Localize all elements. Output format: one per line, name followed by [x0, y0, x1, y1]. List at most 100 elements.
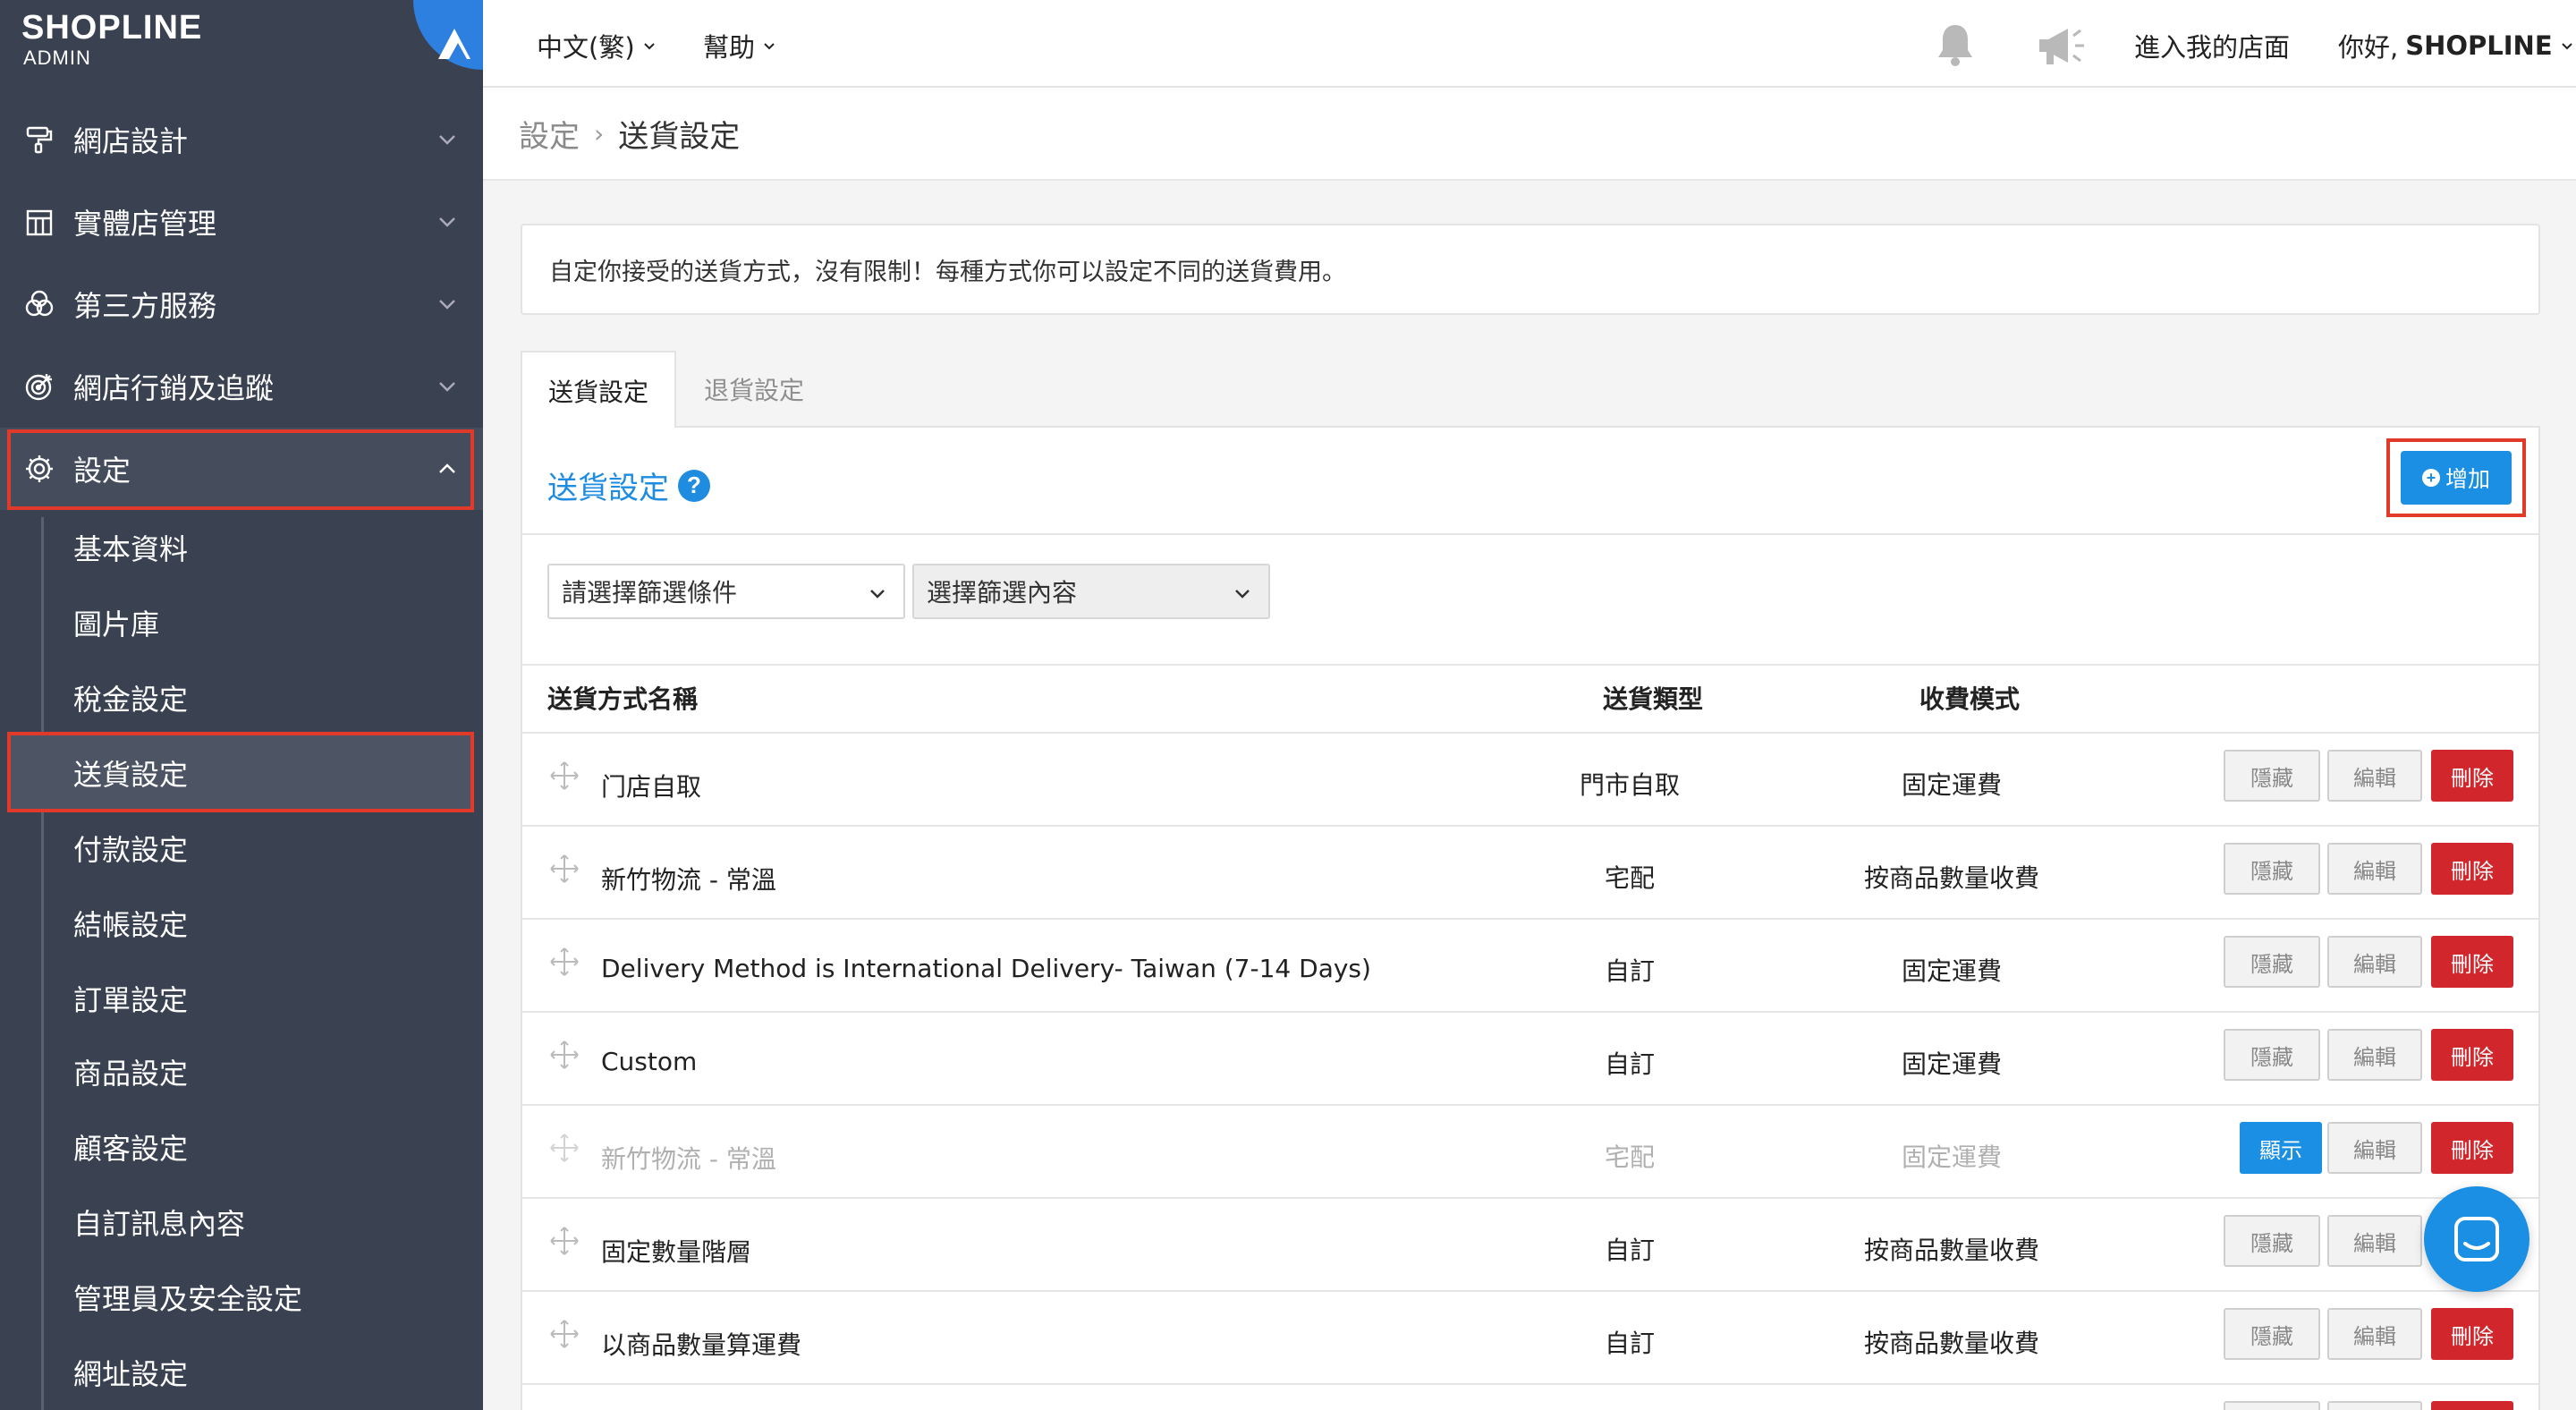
drag-handle-icon[interactable]: [549, 947, 580, 977]
row-name: 固定數量階層: [601, 1237, 752, 1267]
drag-handle-icon[interactable]: [549, 1040, 580, 1070]
chat-icon: [2454, 1217, 2499, 1261]
table-row: 新竹物流 - 常溫 宅配 按商品數量收費 隱藏 編輯 刪除: [522, 825, 2538, 918]
submenu-item-delivery[interactable]: 送貨設定: [73, 746, 188, 800]
row-name: 新竹物流 - 常溫: [601, 865, 776, 895]
delete-button[interactable]: 刪除: [2431, 1029, 2513, 1081]
hide-button[interactable]: 隱藏: [2224, 1029, 2320, 1081]
account-dropdown[interactable]: 你好, SHOPLINE: [2338, 27, 2574, 64]
tab-delivery-settings[interactable]: 送貨設定: [521, 351, 676, 429]
row-fee: 固定運費: [1901, 1049, 2002, 1079]
submenu-item-basic-info[interactable]: 基本資料: [73, 521, 188, 574]
megaphone-icon[interactable]: [2036, 25, 2086, 66]
edit-button[interactable]: 編輯: [2327, 1308, 2422, 1360]
hide-button[interactable]: 隱藏: [2224, 1215, 2320, 1267]
edit-button[interactable]: 編輯: [2327, 936, 2422, 988]
panel-title-text: 送貨設定: [547, 471, 669, 506]
drag-handle-icon[interactable]: [549, 1133, 580, 1163]
edit-button[interactable]: [2327, 1401, 2422, 1410]
submenu-item-admin-security[interactable]: 管理員及安全設定: [73, 1270, 302, 1324]
delete-button[interactable]: [2431, 1401, 2513, 1410]
bell-icon[interactable]: [1934, 21, 1977, 68]
add-button-label: 增加: [2445, 466, 2490, 492]
submenu-item-checkout[interactable]: 結帳設定: [73, 896, 188, 950]
delete-button[interactable]: 刪除: [2431, 1122, 2513, 1174]
sidebar-item-settings[interactable]: 設定: [0, 428, 483, 510]
submenu-item-media-library[interactable]: 圖片庫: [73, 596, 159, 650]
table-row: 以商品數量算運費 自訂 按商品數量收費 隱藏 編輯 刪除: [522, 1290, 2538, 1383]
chat-launcher-button[interactable]: [2424, 1186, 2529, 1292]
top-bar: 中文(繁) 幫助 進入我的店面 你好, SHOPLINE: [483, 0, 2576, 88]
edit-button[interactable]: 編輯: [2327, 843, 2422, 895]
row-type: 自訂: [1604, 1236, 1655, 1265]
drag-handle-icon[interactable]: [549, 1226, 580, 1256]
drag-handle-icon[interactable]: [549, 854, 580, 884]
language-dropdown[interactable]: 中文(繁): [537, 27, 657, 64]
table-row: 新竹物流 - 常溫 宅配 固定運費 顯示 編輯 刪除: [522, 1104, 2538, 1197]
table-row: Custom 自訂 固定運費 隱藏 編輯 刪除: [522, 1011, 2538, 1104]
row-name: 以商品數量算運費: [601, 1330, 802, 1360]
visit-store-link[interactable]: 進入我的店面: [2134, 27, 2290, 64]
plus-circle-icon: +: [2421, 469, 2440, 487]
show-button[interactable]: 顯示: [2240, 1122, 2322, 1174]
chevron-down-icon: [2561, 43, 2572, 50]
row-name: Custom: [601, 1047, 698, 1076]
add-button[interactable]: + 增加: [2401, 451, 2512, 505]
edit-button[interactable]: 編輯: [2327, 1122, 2422, 1174]
table-row: 固定數量階層 自訂 按商品數量收費 隱藏 編輯 刪除: [522, 1197, 2538, 1290]
info-text: 自定你接受的送貨方式，沒有限制！每種方式你可以設定不同的送貨費用。: [549, 258, 1346, 286]
target-icon: [21, 369, 57, 404]
help-icon[interactable]: ?: [678, 469, 710, 502]
submenu-item-custom-messages[interactable]: 自訂訊息內容: [73, 1195, 245, 1249]
row-name: 门店自取: [601, 772, 702, 802]
hide-button[interactable]: 隱藏: [2224, 1308, 2320, 1360]
row-fee: 固定運費: [1901, 770, 2002, 800]
submenu-item-product[interactable]: 商品設定: [73, 1045, 188, 1099]
tab-return-settings[interactable]: 退貨設定: [676, 351, 832, 428]
logo-subtitle: ADMIN: [23, 47, 91, 69]
edit-button[interactable]: 編輯: [2327, 1215, 2422, 1267]
sidebar-item-label: 網店設計: [73, 124, 189, 158]
divider: [522, 533, 2538, 535]
breadcrumb-parent[interactable]: 設定: [519, 112, 580, 156]
hide-button[interactable]: 隱藏: [2224, 936, 2320, 988]
row-type: 自訂: [1604, 956, 1655, 986]
hide-button[interactable]: 隱藏: [2224, 843, 2320, 895]
filter-condition-select[interactable]: 請選擇篩選條件: [547, 564, 905, 619]
sidebar-item-third-party[interactable]: 第三方服務: [0, 263, 483, 345]
filter-content-select[interactable]: 選擇篩選內容: [912, 564, 1270, 619]
breadcrumb-current: 送貨設定: [618, 118, 741, 155]
submenu-item-tax[interactable]: 稅金設定: [73, 671, 188, 725]
filter-content-value: 選擇篩選內容: [927, 578, 1078, 607]
hide-button[interactable]: 隱藏: [2224, 750, 2320, 802]
delete-button[interactable]: 刪除: [2431, 1308, 2513, 1360]
row-fee: 固定運費: [1901, 1142, 2002, 1172]
submenu-guide-line: [41, 517, 44, 1410]
paint-roller-icon: [21, 122, 57, 157]
submenu-item-domain[interactable]: 網址設定: [73, 1346, 188, 1399]
drag-handle-icon[interactable]: [549, 1319, 580, 1349]
sidebar-item-marketing[interactable]: 網店行銷及追蹤: [0, 345, 483, 428]
submenu-item-payment[interactable]: 付款設定: [73, 821, 188, 875]
sidebar-item-label: 網店行銷及追蹤: [73, 371, 275, 405]
help-dropdown[interactable]: 幫助: [703, 27, 776, 64]
delete-button[interactable]: 刪除: [2431, 843, 2513, 895]
row-name: Delivery Method is International Deliver…: [601, 954, 1371, 983]
sidebar-item-store-design[interactable]: 網店設計: [0, 98, 483, 181]
gear-icon: [21, 451, 57, 487]
chevron-down-icon: [439, 382, 455, 392]
edit-button[interactable]: 編輯: [2327, 750, 2422, 802]
delete-button[interactable]: 刪除: [2431, 750, 2513, 802]
submenu-item-customer[interactable]: 顧客設定: [73, 1120, 188, 1174]
row-fee: 按商品數量收費: [1863, 1236, 2039, 1265]
store-icon: [21, 204, 57, 240]
drag-handle-icon[interactable]: [549, 760, 580, 791]
sidebar-item-physical-store[interactable]: 實體店管理: [0, 181, 483, 263]
greeting-name: SHOPLINE: [2405, 30, 2553, 61]
submenu-item-order[interactable]: 訂單設定: [73, 972, 188, 1025]
logo[interactable]: SHOPLINE ADMIN: [0, 0, 483, 86]
delete-button[interactable]: 刪除: [2431, 936, 2513, 988]
hide-button[interactable]: [2224, 1401, 2320, 1410]
logo-wordmark: SHOPLINE: [21, 9, 203, 47]
edit-button[interactable]: 編輯: [2327, 1029, 2422, 1081]
